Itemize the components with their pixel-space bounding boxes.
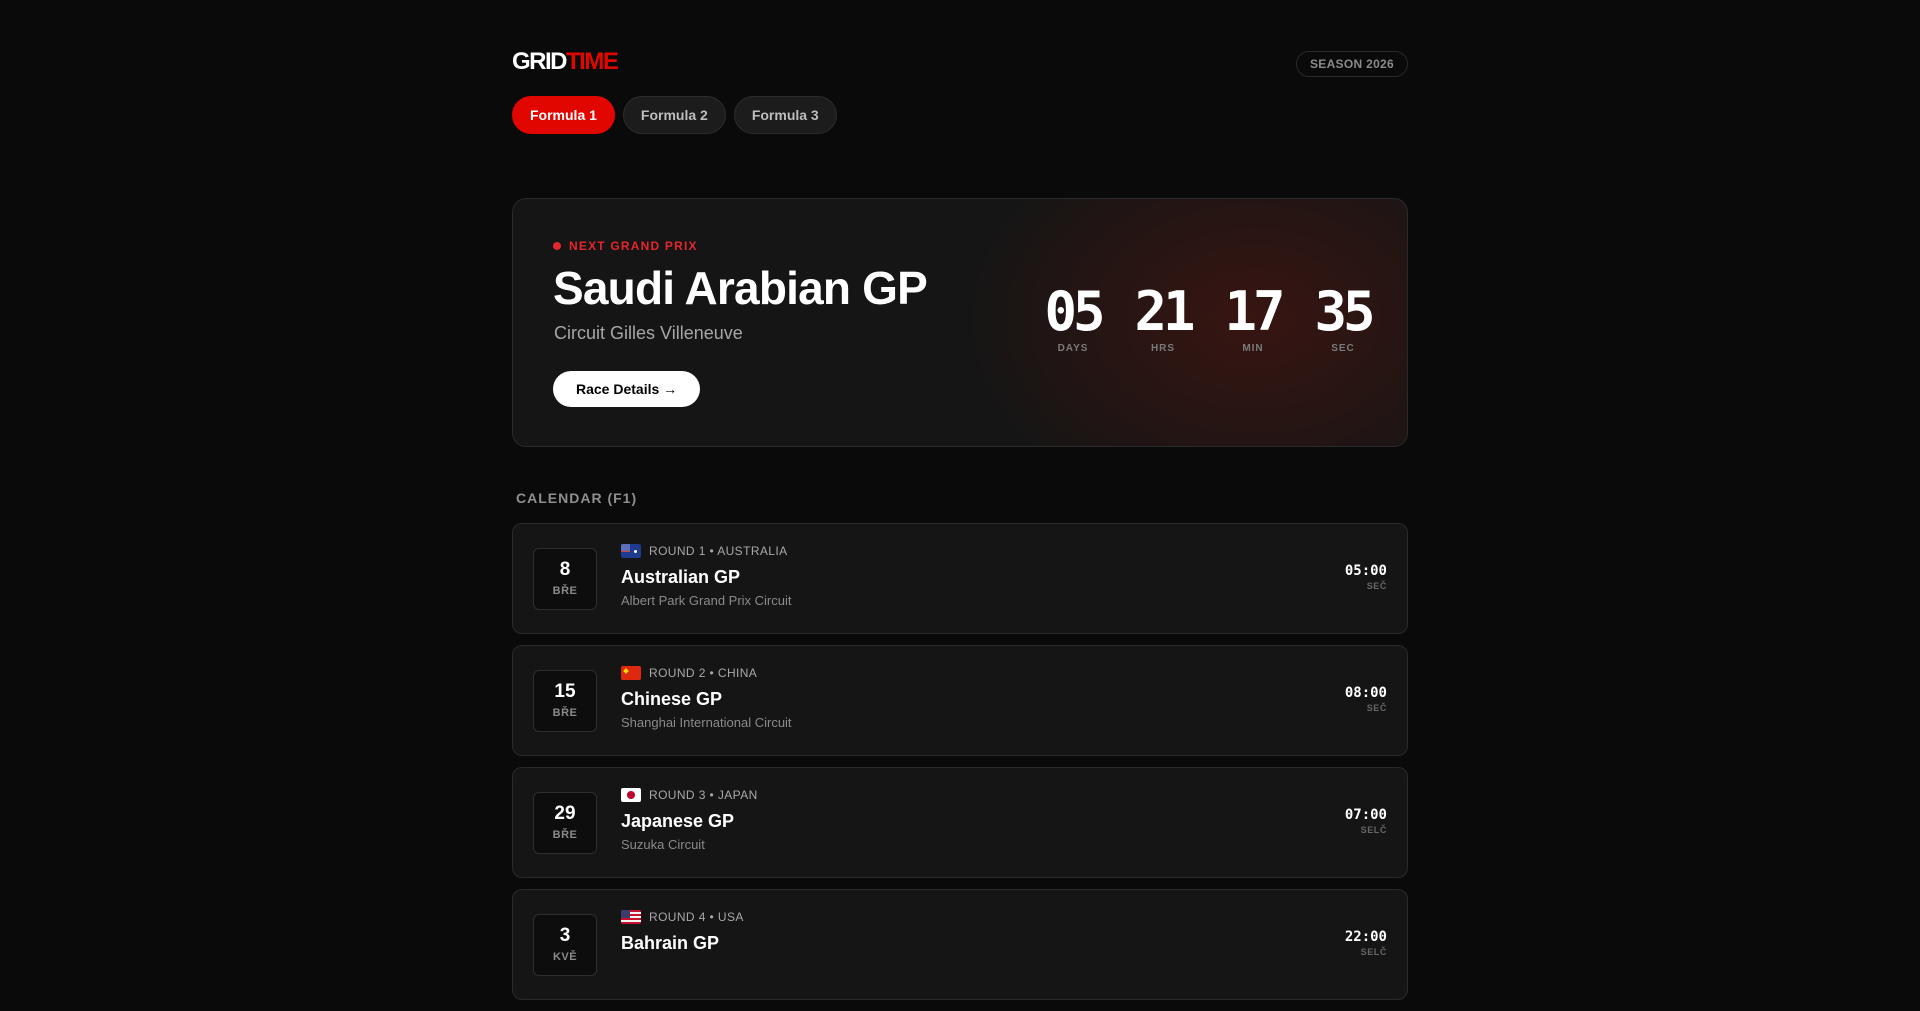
- race-time: 08:00 SEČ: [1345, 685, 1387, 713]
- race-time-value: 22:00: [1344, 929, 1387, 945]
- logo-part-1: GRID: [512, 48, 568, 75]
- countdown: 05 DAYS 21 HRS 17 MIN 35 SEC: [1028, 280, 1388, 355]
- countdown-days-value: 05: [1044, 280, 1105, 343]
- countdown-minutes-label: MIN: [1242, 343, 1264, 354]
- race-date: 29 BŘE: [533, 792, 597, 854]
- race-info: ROUND 3 • JAPAN Japanese GP Suzuka Circu…: [621, 788, 758, 852]
- season-badge: SEASON 2026: [1295, 51, 1408, 77]
- race-round: ROUND 1 • AUSTRALIA: [649, 544, 788, 558]
- countdown-minutes-value: 17: [1224, 280, 1285, 343]
- race-meta: ROUND 2 • CHINA: [621, 666, 792, 680]
- race-time-value: 05:00: [1344, 563, 1387, 579]
- countdown-seconds-label: SEC: [1331, 343, 1355, 354]
- countdown-days: 05 DAYS: [1028, 280, 1118, 355]
- countdown-seconds: 35 SEC: [1298, 280, 1388, 355]
- countdown-seconds-value: 35: [1314, 280, 1375, 343]
- race-date-month: BŘE: [552, 829, 578, 841]
- race-timezone: SEČ: [1366, 581, 1387, 591]
- logo-part-2: TIME: [566, 48, 619, 75]
- race-date-month: BŘE: [552, 707, 578, 719]
- race-date-month: BŘE: [552, 585, 578, 597]
- page: GRIDTIME SEASON 2026 Formula 1 Formula 2…: [512, 0, 1408, 1000]
- race-time-value: 08:00: [1344, 685, 1387, 701]
- race-timezone: SEČ: [1366, 703, 1387, 713]
- race-round: ROUND 3 • JAPAN: [649, 788, 758, 802]
- race-time: 22:00 SELČ: [1345, 929, 1387, 957]
- race-date-day: 8: [559, 559, 571, 580]
- race-card[interactable]: 3 KVĚ ROUND 4 • USA Bahrain GP 22:00 SEL…: [512, 889, 1408, 1000]
- race-meta: ROUND 3 • JAPAN: [621, 788, 758, 802]
- race-circuit: Suzuka Circuit: [621, 837, 705, 852]
- next-race-title: Saudi Arabian GP: [553, 262, 928, 314]
- race-name: Australian GP: [621, 567, 741, 587]
- race-card[interactable]: 15 BŘE ROUND 2 • CHINA Chinese GP Shangh…: [512, 645, 1408, 756]
- race-date: 3 KVĚ: [533, 914, 597, 976]
- race-timezone: SELČ: [1360, 825, 1387, 835]
- race-time: 05:00 SEČ: [1345, 563, 1387, 591]
- race-card[interactable]: 8 BŘE ROUND 1 • AUSTRALIA Australian GP …: [512, 523, 1408, 634]
- race-details-button[interactable]: Race Details →: [553, 371, 701, 407]
- countdown-hours-label: HRS: [1150, 343, 1176, 354]
- race-list: 8 BŘE ROUND 1 • AUSTRALIA Australian GP …: [512, 523, 1408, 1011]
- race-info: ROUND 1 • AUSTRALIA Australian GP Albert…: [621, 544, 792, 608]
- race-time: 07:00 SELČ: [1345, 807, 1387, 835]
- live-dot-icon: [553, 242, 561, 250]
- tab-formula-3[interactable]: Formula 3: [733, 96, 837, 134]
- race-date-day: 15: [554, 681, 576, 702]
- race-timezone: SELČ: [1360, 947, 1387, 957]
- calendar-title: CALENDAR (F1): [516, 490, 638, 506]
- race-circuit: Shanghai International Circuit: [621, 715, 792, 730]
- logo[interactable]: GRIDTIME: [512, 48, 619, 75]
- race-meta: ROUND 4 • USA: [621, 910, 744, 924]
- tab-formula-1[interactable]: Formula 1: [512, 96, 615, 134]
- race-circuit: Albert Park Grand Prix Circuit: [621, 593, 792, 608]
- race-date: 15 BŘE: [533, 670, 597, 732]
- us-flag-icon: [621, 910, 641, 924]
- countdown-hours-value: 21: [1134, 280, 1195, 343]
- race-info: ROUND 2 • CHINA Chinese GP Shanghai Inte…: [621, 666, 792, 730]
- next-race-circuit: Circuit Gilles Villeneuve: [554, 323, 743, 343]
- jp-flag-icon: [621, 788, 641, 802]
- tab-formula-2[interactable]: Formula 2: [622, 96, 726, 134]
- countdown-days-label: DAYS: [1057, 343, 1089, 354]
- cn-flag-icon: [621, 666, 641, 680]
- race-date-month: KVĚ: [552, 951, 578, 963]
- race-info: ROUND 4 • USA Bahrain GP: [621, 910, 744, 959]
- next-race-card: NEXT GRAND PRIX Saudi Arabian GP Circuit…: [512, 198, 1408, 447]
- race-round: ROUND 4 • USA: [649, 910, 744, 924]
- countdown-minutes: 17 MIN: [1208, 280, 1298, 355]
- header: GRIDTIME SEASON 2026 Formula 1 Formula 2…: [512, 0, 1408, 134]
- race-time-value: 07:00: [1344, 807, 1387, 823]
- race-meta: ROUND 1 • AUSTRALIA: [621, 544, 792, 558]
- countdown-hours: 21 HRS: [1118, 280, 1208, 355]
- next-race-eyebrow-text: NEXT GRAND PRIX: [569, 239, 698, 253]
- race-card[interactable]: 29 BŘE ROUND 3 • JAPAN Japanese GP Suzuk…: [512, 767, 1408, 878]
- race-name: Japanese GP: [621, 811, 735, 831]
- race-name: Bahrain GP: [621, 933, 720, 953]
- race-name: Chinese GP: [621, 689, 723, 709]
- race-date: 8 BŘE: [533, 548, 597, 610]
- next-race-eyebrow: NEXT GRAND PRIX: [553, 239, 698, 253]
- series-tabs: Formula 1 Formula 2 Formula 3: [512, 96, 837, 134]
- au-flag-icon: [621, 544, 641, 558]
- race-date-day: 3: [559, 925, 571, 946]
- race-round: ROUND 2 • CHINA: [649, 666, 758, 680]
- race-date-day: 29: [554, 803, 576, 824]
